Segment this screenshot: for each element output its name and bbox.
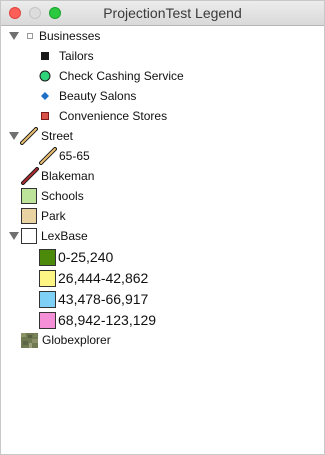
globexplorer-label: Globexplorer	[42, 333, 111, 347]
legend-item-check-cashing[interactable]: Check Cashing Service	[39, 66, 184, 86]
disclosure-triangle-icon[interactable]	[9, 31, 19, 41]
businesses-label: Businesses	[39, 29, 101, 43]
polygon-swatch-icon	[39, 311, 56, 329]
legend-layer-park[interactable]: Park	[21, 206, 66, 226]
legend-window: ProjectionTest Legend Businesses Tailors…	[0, 0, 325, 455]
polygon-swatch-icon	[21, 228, 37, 244]
blakeman-label: Blakeman	[41, 169, 95, 183]
legend-layer-blakeman[interactable]: Blakeman	[21, 166, 94, 186]
schools-label: Schools	[41, 189, 84, 203]
businesses-group-icon	[27, 33, 33, 39]
legend-item-label: Tailors	[59, 49, 94, 63]
legend-item-label: Beauty Salons	[59, 89, 137, 103]
legend-layer-schools[interactable]: Schools	[21, 186, 84, 206]
legend-item-label: Convenience Stores	[59, 109, 168, 123]
raster-image-icon	[21, 332, 38, 348]
window-title: ProjectionTest Legend	[103, 5, 242, 21]
legend-item-range-2[interactable]: 26,444-42,862	[39, 268, 148, 288]
legend-item-street-65-65[interactable]: 65-65	[39, 146, 90, 166]
legend-item-range-4[interactable]: 68,942-123,129	[39, 310, 156, 330]
legend-item-label: 26,444-42,862	[58, 270, 149, 286]
legend-item-range-3[interactable]: 43,478-66,917	[39, 289, 148, 309]
lexbase-label: LexBase	[41, 229, 88, 243]
legend-item-range-1[interactable]: 0-25,240	[39, 247, 113, 267]
circle-marker-icon	[39, 70, 51, 82]
polygon-swatch-icon	[39, 290, 56, 308]
disclosure-triangle-icon[interactable]	[9, 231, 19, 241]
legend-group-lexbase[interactable]: LexBase	[1, 226, 88, 246]
square-marker-icon	[41, 112, 49, 120]
polygon-swatch-icon	[21, 208, 37, 224]
polygon-swatch-icon	[39, 248, 56, 266]
polygon-swatch-icon	[39, 269, 56, 287]
legend-item-label: 65-65	[59, 149, 90, 163]
legend-item-beauty-salons[interactable]: Beauty Salons	[41, 86, 136, 106]
polygon-swatch-icon	[21, 188, 37, 204]
street-line-icon	[39, 147, 57, 165]
park-label: Park	[41, 209, 66, 223]
legend-group-street[interactable]: Street	[1, 126, 73, 146]
title-bar: ProjectionTest Legend	[1, 1, 324, 26]
disclosure-triangle-icon[interactable]	[9, 131, 19, 141]
legend-item-convenience-stores[interactable]: Convenience Stores	[41, 106, 167, 126]
legend-layer-globexplorer[interactable]: Globexplorer	[21, 330, 111, 350]
street-label: Street	[41, 129, 74, 143]
legend-item-label: Check Cashing Service	[59, 69, 184, 83]
square-marker-icon	[41, 52, 49, 60]
legend-item-label: 0-25,240	[58, 249, 114, 265]
legend-item-label: 68,942-123,129	[58, 312, 157, 328]
diamond-marker-icon	[41, 92, 49, 100]
legend-group-businesses[interactable]: Businesses	[1, 26, 100, 46]
legend-item-label: 43,478-66,917	[58, 291, 149, 307]
legend-item-tailors[interactable]: Tailors	[41, 46, 94, 66]
blakeman-line-icon	[21, 167, 39, 185]
street-line-icon	[20, 127, 38, 145]
